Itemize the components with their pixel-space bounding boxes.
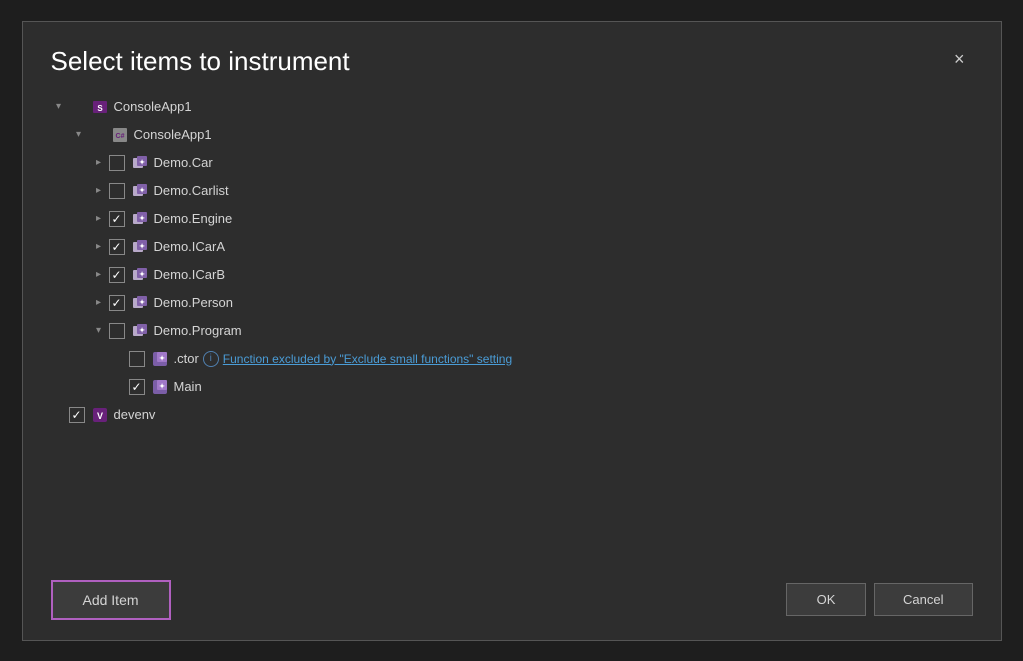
svg-text:✦: ✦ — [139, 214, 145, 222]
tree-item-label: ConsoleApp1 — [134, 127, 212, 142]
tree-item: ✦ .ctor i Function excluded by "Exclude sm… — [51, 345, 1001, 373]
tree-expander[interactable] — [91, 211, 107, 227]
tree-item: ✦ Demo.Car — [51, 149, 1001, 177]
info-icon: i — [203, 351, 219, 367]
dialog-header: Select items to instrument × — [23, 22, 1001, 89]
footer-actions: OK Cancel — [786, 583, 972, 616]
tree-item-label: Demo.Carlist — [154, 183, 229, 198]
excluded-link[interactable]: Function excluded by "Exclude small func… — [223, 352, 512, 366]
tree-item-label: devenv — [114, 407, 156, 422]
tree-item: ✦ Demo.ICarA — [51, 233, 1001, 261]
class-icon: ✦ — [131, 294, 149, 312]
cancel-button[interactable]: Cancel — [874, 583, 972, 616]
tree-item: Vdevenv — [51, 401, 1001, 429]
dialog-body: S ConsoleApp1 C# ConsoleApp1 ✦ Demo.Car ✦ D… — [23, 89, 1001, 568]
tree-item-label: .ctor — [174, 351, 199, 366]
add-item-button[interactable]: Add Item — [51, 580, 171, 620]
svg-text:S: S — [97, 104, 103, 113]
tree-expander[interactable] — [91, 155, 107, 171]
ctor-icon: ✦ — [151, 378, 169, 396]
svg-text:✦: ✦ — [139, 186, 145, 194]
tree-expander[interactable] — [91, 239, 107, 255]
svg-text:V: V — [96, 411, 102, 421]
svg-text:C#: C# — [115, 133, 124, 140]
svg-text:✦: ✦ — [139, 270, 145, 278]
tree-checkbox[interactable] — [109, 239, 125, 255]
tree-expander[interactable] — [51, 99, 67, 115]
tree-expander[interactable] — [91, 267, 107, 283]
class-icon: ✦ — [131, 266, 149, 284]
tree-item-label: Demo.Car — [154, 155, 213, 170]
tree-item: ✦ Demo.Program — [51, 317, 1001, 345]
tree-checkbox[interactable] — [109, 155, 125, 171]
svg-text:✦: ✦ — [159, 382, 165, 390]
tree-checkbox[interactable] — [109, 323, 125, 339]
class-icon: ✦ — [131, 154, 149, 172]
class-icon: ✦ — [131, 322, 149, 340]
dialog-footer: Add Item OK Cancel — [23, 568, 1001, 640]
tree-expander[interactable] — [91, 323, 107, 339]
svg-text:✦: ✦ — [139, 298, 145, 306]
tree-item-label: Demo.ICarB — [154, 267, 226, 282]
tree-checkbox[interactable] — [129, 351, 145, 367]
tree-item: ✦ Main — [51, 373, 1001, 401]
tree-expander[interactable] — [91, 295, 107, 311]
tree-item-label: Main — [174, 379, 202, 394]
tree-item-label: ConsoleApp1 — [114, 99, 192, 114]
tree-expander[interactable] — [71, 127, 87, 143]
class-icon: ✦ — [131, 238, 149, 256]
svg-text:✦: ✦ — [159, 354, 165, 362]
tree-expander[interactable] — [91, 183, 107, 199]
close-button[interactable]: × — [946, 46, 973, 72]
solution-icon: S — [91, 98, 109, 116]
tree-item: ✦ Demo.Carlist — [51, 177, 1001, 205]
tree-checkbox[interactable] — [109, 267, 125, 283]
tree-item-label: Demo.Person — [154, 295, 233, 310]
tree-item: ✦ Demo.Person — [51, 289, 1001, 317]
select-items-dialog: Select items to instrument × S ConsoleApp… — [22, 21, 1002, 641]
class-icon: ✦ — [131, 182, 149, 200]
ctor-icon: ✦ — [151, 350, 169, 368]
tree-item: C# ConsoleApp1 — [51, 121, 1001, 149]
svg-text:✦: ✦ — [139, 158, 145, 166]
tree-item-label: Demo.Program — [154, 323, 242, 338]
dialog-title: Select items to instrument — [51, 46, 350, 77]
ok-button[interactable]: OK — [786, 583, 866, 616]
tree-item-label: Demo.ICarA — [154, 239, 226, 254]
tree-item: ✦ Demo.ICarB — [51, 261, 1001, 289]
tree-checkbox[interactable] — [69, 407, 85, 423]
tree-checkbox[interactable] — [109, 295, 125, 311]
tree-checkbox[interactable] — [109, 183, 125, 199]
tree-container[interactable]: S ConsoleApp1 C# ConsoleApp1 ✦ Demo.Car ✦ D… — [23, 89, 1001, 568]
tree-item: ✦ Demo.Engine — [51, 205, 1001, 233]
vs-icon: V — [91, 406, 109, 424]
svg-text:✦: ✦ — [139, 326, 145, 334]
svg-text:✦: ✦ — [139, 242, 145, 250]
tree-item-label: Demo.Engine — [154, 211, 233, 226]
tree-item: S ConsoleApp1 — [51, 93, 1001, 121]
tree-checkbox[interactable] — [109, 211, 125, 227]
class-icon: ✦ — [131, 210, 149, 228]
tree-checkbox[interactable] — [129, 379, 145, 395]
csproj-icon: C# — [111, 126, 129, 144]
